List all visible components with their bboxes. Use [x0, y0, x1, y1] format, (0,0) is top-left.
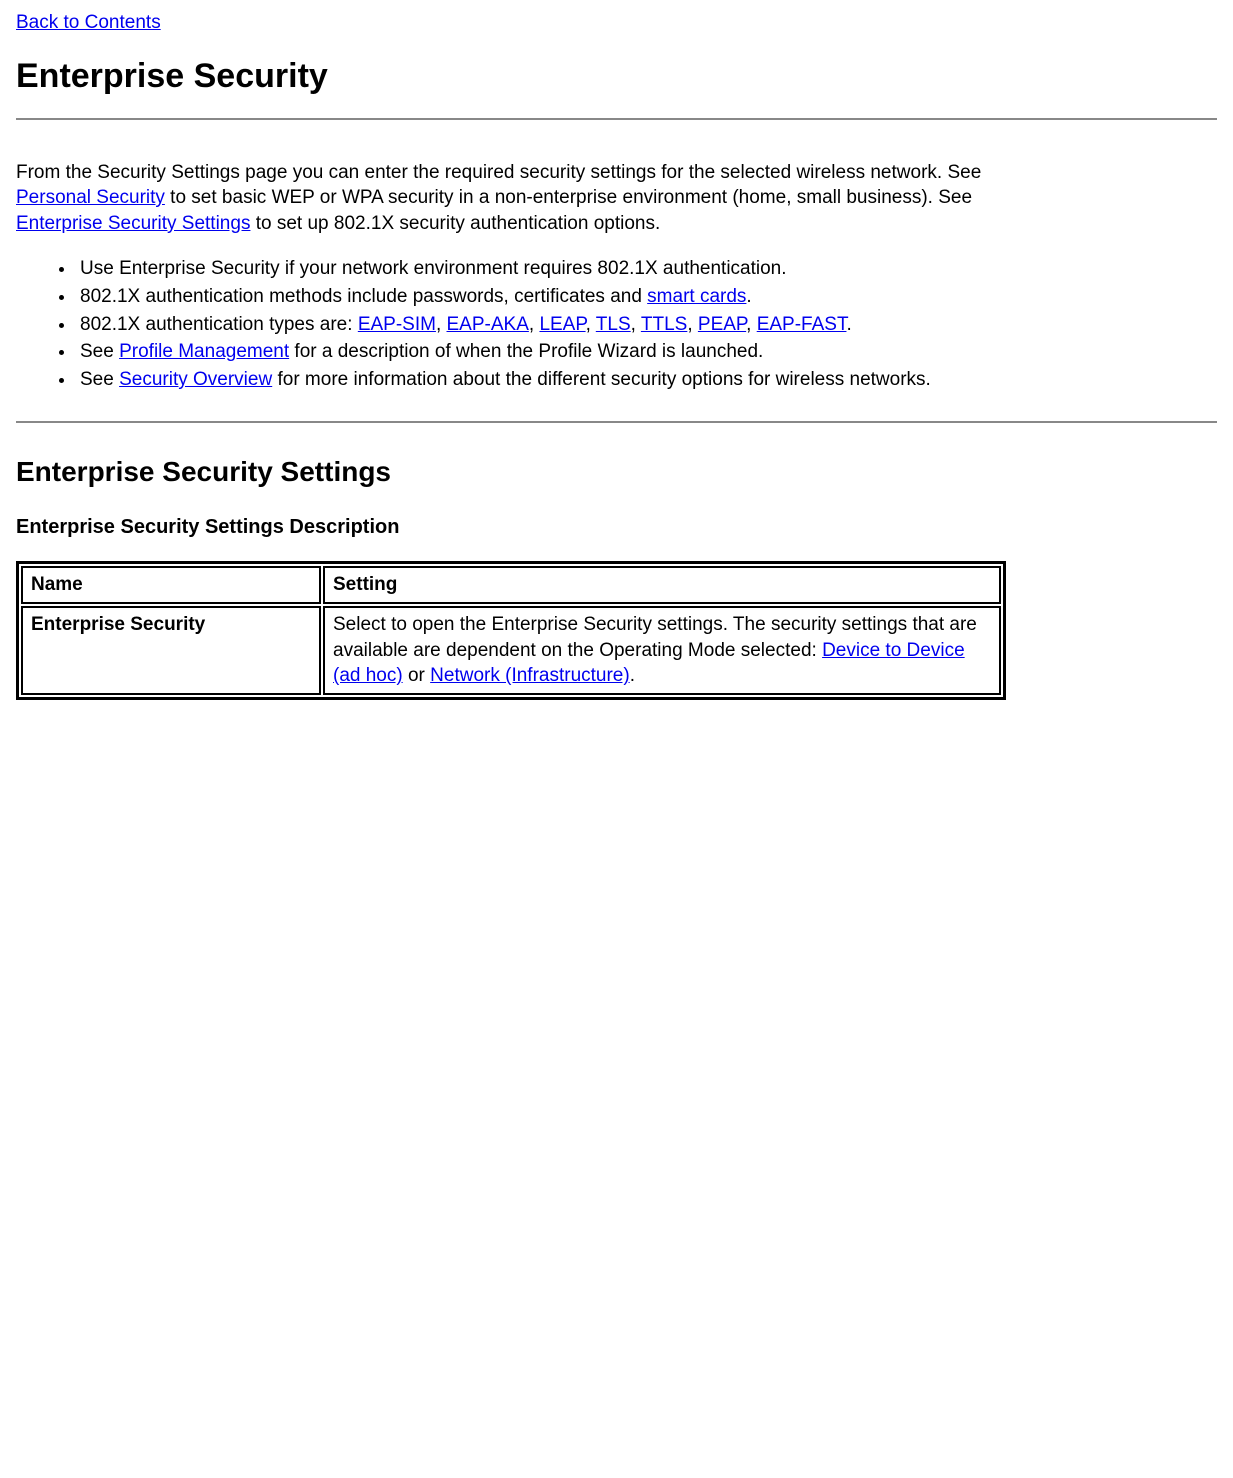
sep: ,	[631, 314, 641, 335]
list-item: 802.1X authentication methods include pa…	[76, 284, 1036, 310]
intro-paragraph: From the Security Settings page you can …	[16, 160, 1006, 237]
intro-text: From the Security Settings page you can …	[16, 162, 981, 183]
sep: ,	[586, 314, 596, 335]
divider	[16, 118, 1217, 120]
table-header-row: Name Setting	[21, 566, 1001, 604]
network-infrastructure-link[interactable]: Network (Infrastructure)	[430, 665, 630, 686]
enterprise-security-settings-link[interactable]: Enterprise Security Settings	[16, 213, 250, 234]
profile-management-link[interactable]: Profile Management	[119, 341, 289, 362]
table-header-name: Name	[21, 566, 321, 604]
ttls-link[interactable]: TTLS	[641, 314, 687, 335]
page-title: Enterprise Security	[16, 54, 1217, 100]
table-header-setting: Setting	[323, 566, 1001, 604]
setting-text: .	[630, 665, 635, 686]
eap-fast-link[interactable]: EAP-FAST	[757, 314, 847, 335]
list-text: See	[80, 341, 119, 362]
list-text: for a description of when the Profile Wi…	[289, 341, 763, 362]
feature-list: Use Enterprise Security if your network …	[56, 256, 1036, 392]
sep: ,	[746, 314, 757, 335]
peap-link[interactable]: PEAP	[698, 314, 746, 335]
setting-text: or	[403, 665, 430, 686]
tls-link[interactable]: TLS	[596, 314, 631, 335]
list-text: 802.1X authentication types are:	[80, 314, 358, 335]
intro-text: to set up 802.1X security authentication…	[250, 213, 660, 234]
list-item: 802.1X authentication types are: EAP-SIM…	[76, 312, 1036, 338]
section-subheading: Enterprise Security Settings Description	[16, 514, 1217, 541]
security-overview-link[interactable]: Security Overview	[119, 369, 272, 390]
sep: ,	[436, 314, 447, 335]
sep: ,	[687, 314, 698, 335]
divider	[16, 421, 1217, 423]
back-to-contents-link[interactable]: Back to Contents	[16, 12, 161, 33]
list-text: See	[80, 369, 119, 390]
list-text: .	[746, 286, 751, 307]
table-row: Enterprise Security Select to open the E…	[21, 606, 1001, 695]
leap-link[interactable]: LEAP	[539, 314, 585, 335]
row-name-cell: Enterprise Security	[21, 606, 321, 695]
list-text: .	[846, 314, 851, 335]
list-text: for more information about the different…	[272, 369, 931, 390]
list-item: See Profile Management for a description…	[76, 339, 1036, 365]
list-item: See Security Overview for more informati…	[76, 367, 1036, 393]
row-setting-cell: Select to open the Enterprise Security s…	[323, 606, 1001, 695]
list-item: Use Enterprise Security if your network …	[76, 256, 1036, 282]
sep: ,	[529, 314, 540, 335]
section-heading: Enterprise Security Settings	[16, 453, 1217, 491]
settings-table: Name Setting Enterprise Security Select …	[16, 561, 1006, 700]
smart-cards-link[interactable]: smart cards	[647, 286, 746, 307]
list-text: 802.1X authentication methods include pa…	[80, 286, 647, 307]
personal-security-link[interactable]: Personal Security	[16, 187, 165, 208]
intro-text: to set basic WEP or WPA security in a no…	[165, 187, 972, 208]
eap-sim-link[interactable]: EAP-SIM	[358, 314, 436, 335]
eap-aka-link[interactable]: EAP-AKA	[447, 314, 529, 335]
